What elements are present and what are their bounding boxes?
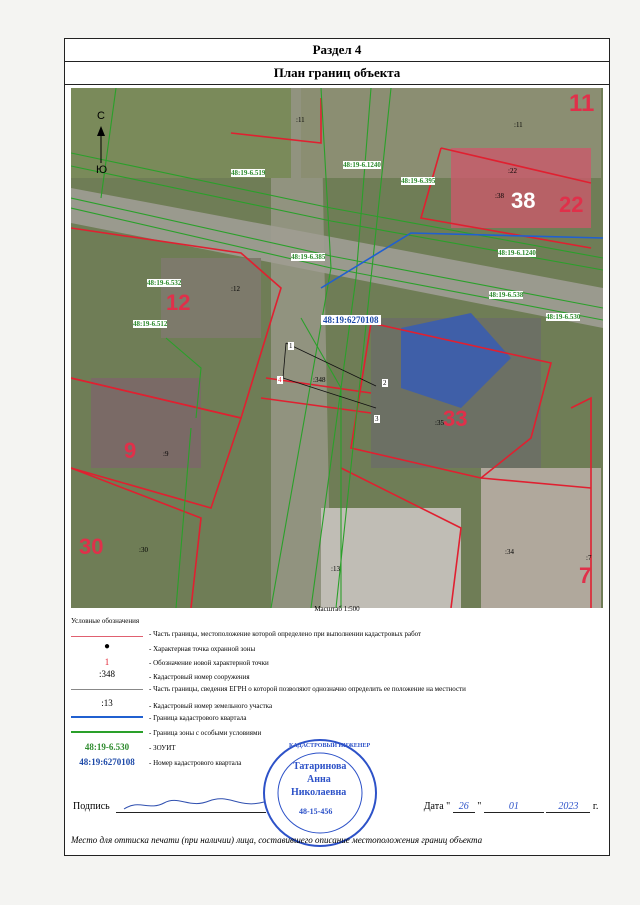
- parcel-label: :22: [508, 167, 517, 175]
- house-number: 30: [79, 534, 104, 559]
- zone-label: 48:19-6.532: [147, 279, 182, 287]
- parcel-label: :12: [231, 285, 240, 293]
- legend-text: - Кадастровый номер земельного участка: [149, 702, 273, 710]
- point-label: 2: [382, 379, 388, 387]
- map-canvas: [71, 88, 603, 608]
- signature-row: Подпись Дата " 26 " 01 2023 г.: [73, 798, 603, 813]
- boundary-map: С Ю 48:19:6270108 48:19-6.1240 48:19-6.5…: [71, 88, 603, 608]
- zone-label: 48:19-6.395: [401, 177, 436, 185]
- legend-text: - Часть границы, местоположение которой …: [149, 630, 422, 638]
- legend-symbol-quarter: 48:19:6270108: [79, 757, 135, 767]
- legend-symbol-parcel: :13: [101, 698, 113, 708]
- document-frame: Раздел 4 План границ объекта С Ю 48:19:6…: [64, 38, 610, 856]
- legend-text: - Характерная точка охранной зоны: [149, 645, 256, 653]
- north-label: С: [97, 110, 105, 122]
- legend-symbol-point: 1: [104, 657, 110, 667]
- legend-text: - Номер кадастрового квартала: [149, 759, 242, 767]
- map-scale: Масштаб 1:500: [314, 605, 360, 613]
- quarter-number-label: 48:19:6270108: [321, 315, 381, 325]
- parcel-label: :38: [495, 192, 504, 200]
- legend-text: - Обозначение новой характерной точки: [149, 659, 269, 667]
- legend-text: - Часть границы, сведения ЕГРН о которой…: [149, 685, 466, 693]
- house-number: 7: [579, 563, 592, 588]
- legend-symbol-zone: 48:19-6.530: [84, 742, 130, 752]
- zone-label: 48:19-6.1240: [343, 161, 381, 169]
- south-label: Ю: [96, 164, 108, 176]
- point-label: 3: [374, 415, 380, 423]
- parcel-label: :11: [514, 121, 523, 129]
- date-label: Дата ": [423, 801, 451, 812]
- house-number: 22: [559, 192, 584, 217]
- house-number: 33: [443, 406, 468, 431]
- legend-text: - Граница зоны с особыми условиями: [149, 729, 262, 737]
- date-month: 01: [483, 801, 544, 813]
- parcel-label: :13: [331, 565, 340, 573]
- legend-symbol-structure: :348: [98, 669, 115, 679]
- legend-title: Условные обозначения: [71, 617, 140, 625]
- legend-symbol-dot: ●: [103, 641, 111, 652]
- zone-label: 48:19-6.1240: [498, 249, 536, 257]
- legend-symbol-gray-line: [71, 685, 143, 690]
- point-label: 1: [288, 342, 294, 350]
- parcel-label: :11: [296, 116, 305, 124]
- date-year: 2023: [546, 801, 591, 813]
- parcel-label: :34: [505, 548, 514, 556]
- legend-text: - Кадастровый номер сооружения: [149, 673, 250, 681]
- parcel-label: :348: [313, 376, 326, 384]
- zone-label: 48:19-6.519: [231, 169, 266, 177]
- stamp-top-text: КАДАСТРОВЫЙ ИНЖЕНЕР: [289, 743, 371, 749]
- legend-text: - ЗОУИТ: [149, 744, 176, 752]
- legend-symbol-red-line: [71, 632, 143, 637]
- parcel-label: :30: [139, 546, 148, 554]
- stamp-name-1: Татаринова: [293, 761, 347, 772]
- page-title: План границ объекта: [65, 62, 609, 85]
- zone-label: 48:19-6.385: [291, 253, 326, 261]
- house-number: 9: [124, 438, 137, 463]
- zone-label: 48:19-6.512: [133, 320, 168, 328]
- house-number: 38: [511, 188, 536, 213]
- signature-label: Подпись: [73, 801, 110, 812]
- seal-stamp: КАДАСТРОВЫЙ ИНЖЕНЕР Татаринова Анна Нико…: [261, 737, 379, 849]
- point-label: 4: [277, 376, 283, 384]
- legend-text: - Граница кадастрового квартала: [149, 714, 247, 722]
- stamp-name-3: Николаевна: [291, 787, 347, 798]
- stamp-name-2: Анна: [307, 774, 331, 785]
- parcel-label: :7: [586, 554, 592, 562]
- zone-label: 48:19-6.538: [489, 291, 524, 299]
- legend-symbol-blue-line: [71, 712, 143, 718]
- house-number: 12: [166, 290, 191, 315]
- date-year-suffix: г.: [592, 801, 599, 812]
- house-number: 11: [569, 90, 595, 117]
- date-day: 26: [452, 801, 475, 813]
- parcel-label: :9: [163, 450, 169, 458]
- footer-note: Место для оттиска печати (при наличии) л…: [71, 835, 483, 845]
- legend-symbol-green-line: [71, 727, 143, 733]
- zone-label: 48:19-6.530: [546, 313, 581, 321]
- section-heading: Раздел 4: [65, 39, 609, 62]
